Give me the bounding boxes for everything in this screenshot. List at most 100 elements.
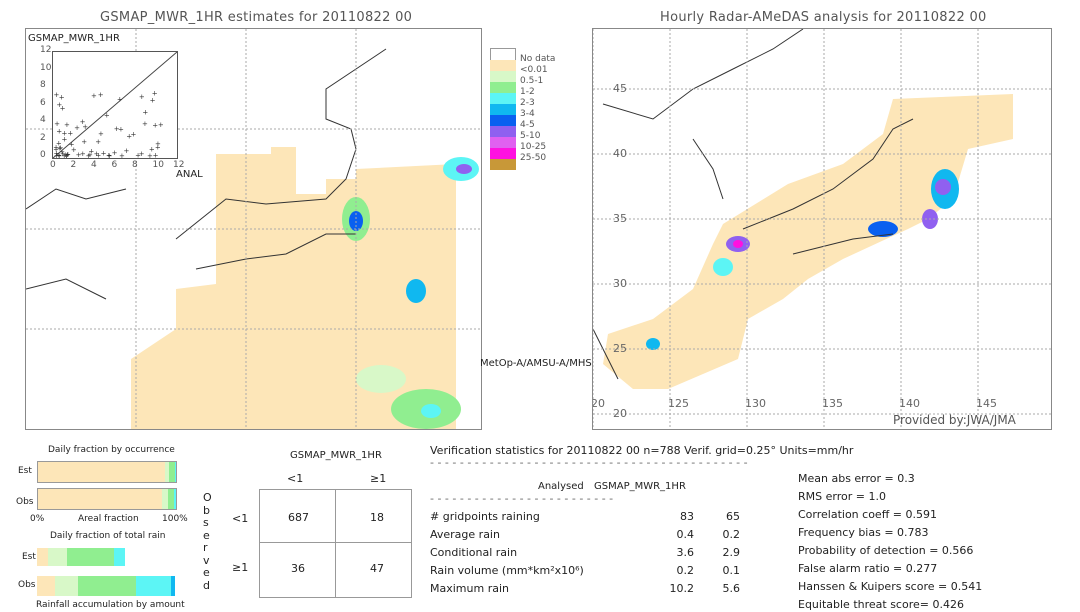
scatter-point: +	[126, 133, 132, 141]
legend-label: 5-10	[520, 131, 541, 141]
stat-label: Rain volume (mm*km²x10⁶)	[430, 564, 584, 577]
legend-label: 4-5	[520, 120, 535, 130]
stat-analysed: 0.2	[676, 564, 695, 577]
rain-cell	[733, 240, 743, 248]
lon-tick: 140	[899, 397, 920, 410]
rain-cell	[713, 258, 733, 276]
lat-tick: 25	[613, 342, 627, 355]
scatter-point: +	[86, 152, 92, 158]
lat-tick: 35	[613, 212, 627, 225]
obs-label: Obs	[16, 497, 34, 507]
rain-cell	[456, 164, 472, 174]
row-lt: <1	[232, 512, 249, 525]
lon-tick: 130	[745, 397, 766, 410]
bar-segment	[38, 489, 162, 509]
hits-neg: 687	[288, 511, 309, 524]
bar-segment	[37, 548, 49, 566]
score: Equitable threat score= 0.426	[798, 598, 964, 611]
inset-x-tick: 0	[50, 160, 56, 170]
rain-cell	[356, 365, 406, 393]
legend-label: 0.5-1	[520, 76, 544, 86]
inset-x-tick: 6	[111, 160, 118, 170]
rain-cell	[935, 179, 951, 195]
scatter-point: +	[80, 150, 86, 158]
row-ge: ≥1	[232, 561, 249, 574]
right-map-canvas	[593, 29, 1051, 429]
bar-segment	[136, 576, 171, 596]
stat-label: Average rain	[430, 528, 500, 541]
bar-segment	[175, 462, 176, 482]
occurrence-est-bar	[37, 461, 177, 483]
rain-cell	[868, 221, 898, 237]
score: Correlation coeff = 0.591	[798, 508, 937, 521]
score: Frequency bias = 0.783	[798, 526, 929, 539]
stat-label: Maximum rain	[430, 582, 509, 595]
bar-segment	[37, 576, 55, 596]
scatter-point: +	[118, 125, 124, 133]
scatter-point: +	[152, 89, 158, 97]
scatter-point: +	[147, 152, 153, 158]
col-analysed: Analysed	[538, 481, 584, 492]
observed-letter: s	[203, 516, 209, 529]
inset-x-tick: 12	[173, 160, 185, 170]
legend-label: 25-50	[520, 153, 547, 163]
rain-cell	[421, 404, 441, 418]
inset-y-tick: 2	[40, 132, 46, 143]
false-alarms: 18	[370, 511, 384, 524]
inset-y-tick: 10	[40, 62, 52, 73]
lat-tick: 20	[613, 407, 627, 420]
bar-segment	[67, 548, 115, 566]
legend-label: No data	[520, 54, 556, 64]
scatter-point: +	[62, 129, 68, 137]
legend-label: <0.01	[520, 65, 548, 75]
analysis-coverage	[603, 94, 1013, 389]
score: Hanssen & Kuipers score = 0.541	[798, 580, 983, 593]
scatter-point: +	[155, 140, 161, 148]
score: Mean abs error = 0.3	[798, 472, 915, 485]
stat-est: 0.2	[722, 528, 741, 541]
bar-segment	[48, 548, 68, 566]
stat-analysed: 10.2	[669, 582, 695, 595]
col-est: GSMAP_MWR_1HR	[594, 481, 686, 492]
scatter-point: +	[106, 151, 112, 158]
left-map: GSMAP_MWR_1HR + + + + + + + + + + + + + + + + + + + + + + + + + +…	[25, 28, 482, 430]
scatter-point: +	[95, 152, 101, 158]
lon-tick: 20	[592, 397, 605, 410]
inset-x-tick: 8	[132, 160, 138, 170]
stat-label: Conditional rain	[430, 546, 518, 559]
inset-y-tick: 12	[40, 45, 52, 55]
obs-label: Obs	[18, 580, 36, 590]
rain-cell	[406, 279, 426, 303]
observed-letter: d	[203, 578, 210, 592]
total-rain-title: Daily fraction of total rain	[50, 531, 166, 541]
scatter-point: +	[112, 149, 118, 157]
data-credit: Provided by:JWA/JMA	[893, 413, 1016, 427]
scatter-point: +	[139, 93, 145, 101]
scatter-point: +	[142, 120, 148, 128]
total-rain-est-bar	[37, 548, 175, 566]
axis-left: 0%	[30, 514, 45, 524]
lon-tick: 135	[822, 397, 843, 410]
scatter-point: +	[104, 112, 110, 120]
scatter-point: +	[139, 150, 145, 158]
legend-label: 10-25	[520, 142, 547, 152]
lon-tick: 145	[976, 397, 997, 410]
hits: 47	[370, 562, 384, 575]
inset-y-tick: 0	[40, 150, 46, 160]
bar-segment	[170, 576, 175, 596]
scatter-inset: + + + + + + + + + + + + + + + + + + + + + + + + + + + + + + + + + + + + + + + +…	[52, 51, 178, 160]
legend-swatch	[490, 159, 516, 171]
misses: 36	[291, 562, 305, 575]
lat-tick: 45	[613, 82, 627, 95]
right-map-title: Hourly Radar-AMeDAS analysis for 2011082…	[660, 10, 987, 25]
scatter-point: +	[71, 146, 77, 154]
occurrence-title: Daily fraction by occurrence	[48, 445, 175, 455]
stat-analysed: 83	[680, 510, 694, 523]
inset-y-tick: 8	[40, 80, 46, 90]
stat-analysed: 0.4	[676, 528, 695, 541]
scatter-point: +	[119, 152, 125, 158]
color-legend: No data <0.01 0.5-1 1-2 2-3 3-4 4-5 5-10 10-25 25…	[490, 48, 560, 178]
inset-x-tick: 4	[91, 160, 97, 170]
scatter-point: +	[158, 121, 164, 129]
right-map: Provided by:JWA/JMA 45 40 35 30 25 20 20 125 130…	[592, 28, 1052, 430]
